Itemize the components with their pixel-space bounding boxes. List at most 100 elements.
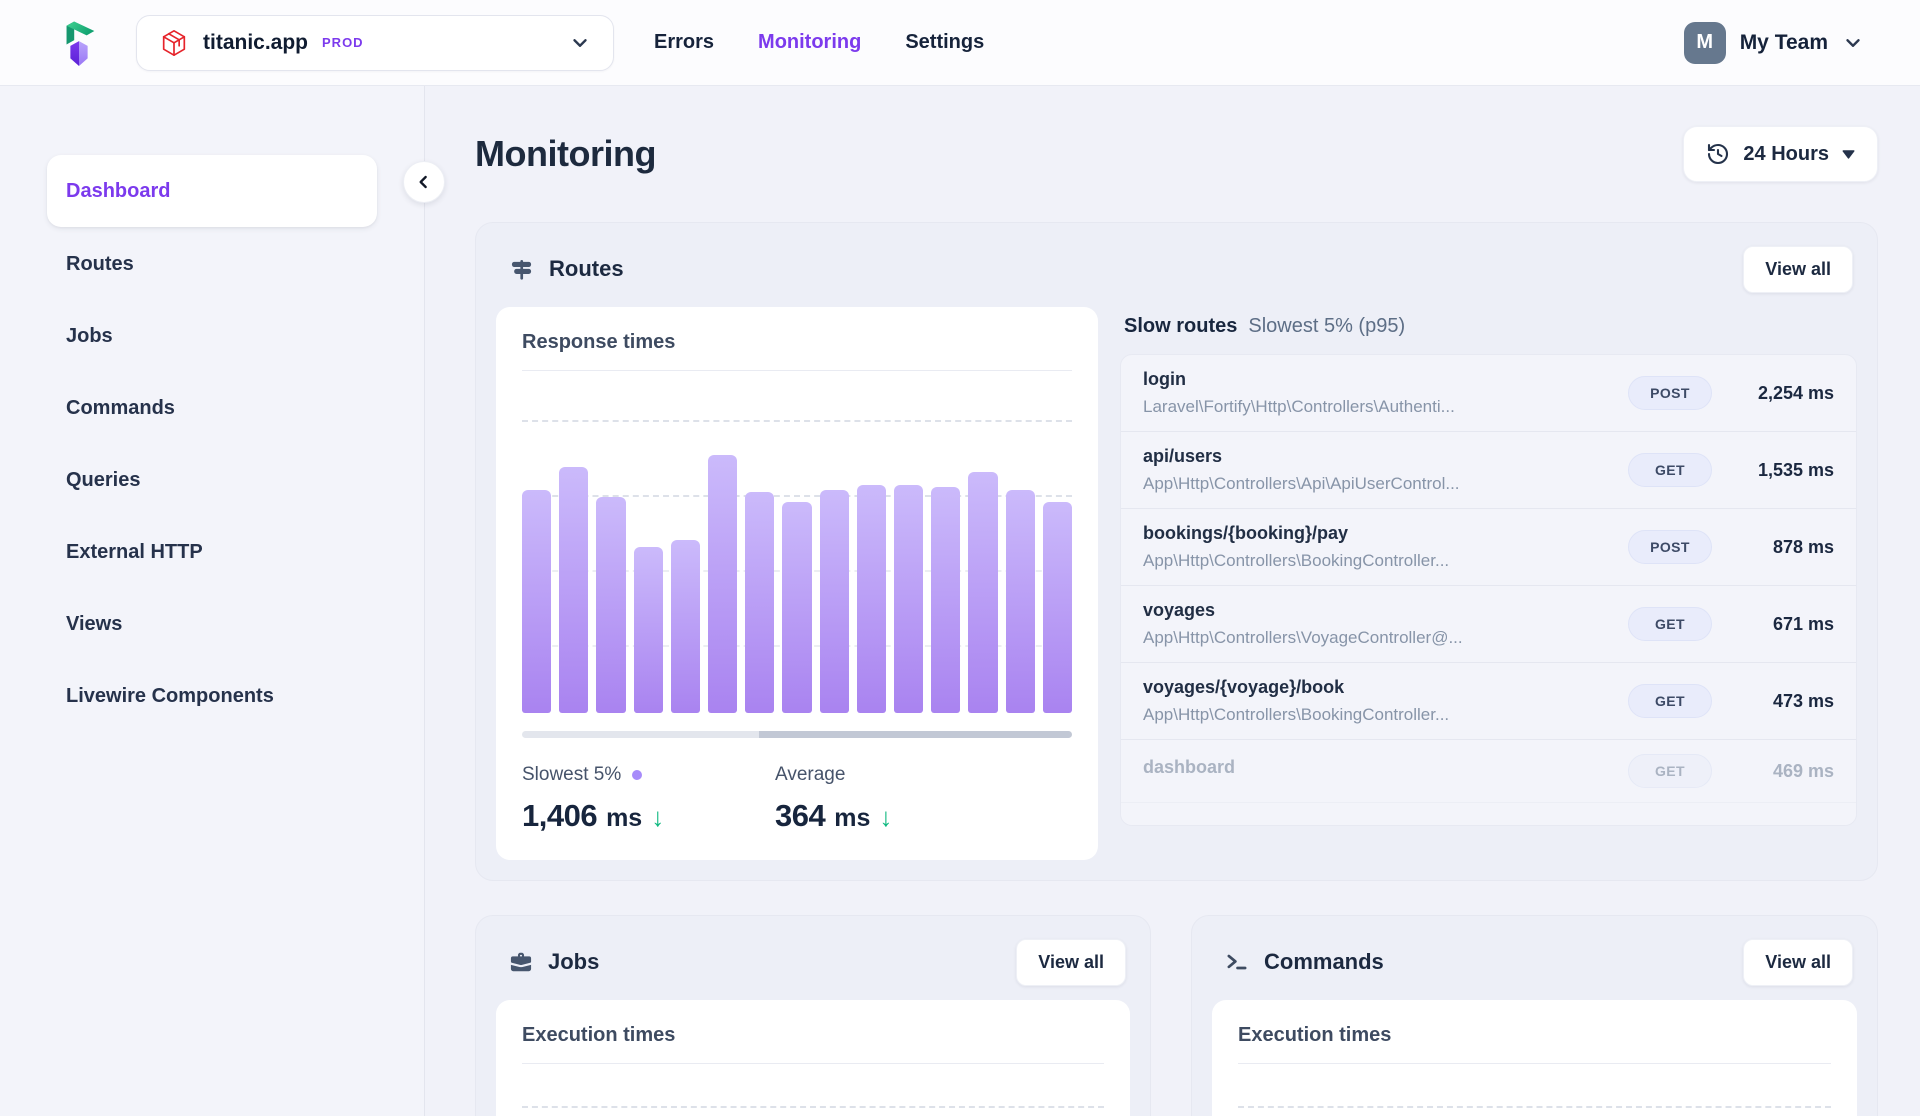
commands-view-all-button[interactable]: View all: [1743, 939, 1853, 986]
slow-routes-subtitle: Slowest 5% (p95): [1248, 315, 1405, 338]
gridline: [522, 1106, 1104, 1108]
route-handler: App\Http\Controllers\VoyageController@..…: [1143, 628, 1610, 648]
route-name: login: [1143, 369, 1610, 390]
http-method-badge: GET: [1628, 453, 1712, 487]
sidebar-item-label: Routes: [66, 253, 134, 276]
route-name: dashboard: [1143, 757, 1610, 778]
route-name: api/users: [1143, 446, 1610, 467]
briefcase-icon: [508, 949, 534, 975]
slow-route-row[interactable]: login Laravel\Fortify\Http\Controllers\A…: [1121, 355, 1856, 432]
response-time-bar[interactable]: [522, 490, 551, 713]
http-method-badge: GET: [1628, 684, 1712, 718]
slow-route-row[interactable]: dashboard GET 469 ms: [1121, 740, 1856, 803]
signpost-icon: [508, 256, 535, 283]
app-selector-dropdown[interactable]: titanic.app PROD: [136, 15, 614, 71]
chevron-down-icon: [1842, 32, 1864, 54]
http-method-badge: GET: [1628, 607, 1712, 641]
chevron-down-icon: [569, 32, 591, 54]
route-duration: 469 ms: [1712, 761, 1834, 782]
time-range-label: 24 Hours: [1743, 143, 1829, 166]
sidebar-item[interactable]: Jobs: [47, 300, 377, 372]
response-time-bar[interactable]: [745, 492, 774, 713]
commands-execution-times-card: Execution times: [1212, 1000, 1857, 1116]
time-range-button[interactable]: 24 Hours: [1683, 126, 1878, 182]
slow-route-row[interactable]: voyages/{voyage}/book App\Http\Controlle…: [1121, 663, 1856, 740]
route-duration: 1,535 ms: [1712, 460, 1834, 481]
response-time-bar[interactable]: [782, 502, 811, 713]
jobs-panel: Jobs View all Execution times: [475, 915, 1151, 1116]
sidebar-item[interactable]: Routes: [47, 228, 377, 300]
team-menu[interactable]: M My Team: [1684, 22, 1864, 64]
sidebar-item[interactable]: Queries: [47, 444, 377, 516]
response-time-bar[interactable]: [857, 485, 886, 713]
series-dot-icon: [632, 770, 642, 780]
main-content: Monitoring 24 Hours Routes V: [425, 86, 1920, 1116]
route-handler: App\Http\Controllers\BookingController..…: [1143, 705, 1610, 725]
laravel-icon: [159, 28, 189, 58]
response-time-bar[interactable]: [931, 487, 960, 713]
slow-route-row[interactable]: voyages App\Http\Controllers\VoyageContr…: [1121, 586, 1856, 663]
response-time-bar[interactable]: [559, 467, 588, 713]
sidebar-item[interactable]: External HTTP: [47, 516, 377, 588]
sidebar-item-label: Queries: [66, 469, 140, 492]
jobs-execution-times-title: Execution times: [522, 1024, 1104, 1047]
nav-link[interactable]: Monitoring: [758, 31, 861, 54]
response-time-bar[interactable]: [671, 540, 700, 713]
response-times-card: Response times: [496, 307, 1098, 860]
nightwatch-logo-icon: [56, 16, 102, 70]
route-duration: 671 ms: [1712, 614, 1834, 635]
route-duration: 473 ms: [1712, 691, 1834, 712]
response-time-bar[interactable]: [708, 455, 737, 713]
response-time-bar[interactable]: [894, 485, 923, 713]
sidebar-item[interactable]: Dashboard: [47, 155, 377, 227]
route-handler: App\Http\Controllers\Api\ApiUserControl.…: [1143, 474, 1610, 494]
response-times-title: Response times: [522, 331, 1072, 354]
history-icon: [1706, 142, 1730, 166]
response-time-bar[interactable]: [634, 547, 663, 713]
route-name: voyages: [1143, 600, 1610, 621]
response-times-bars: [522, 383, 1072, 713]
response-times-chart: [522, 383, 1072, 713]
team-avatar: M: [1684, 22, 1726, 64]
route-duration: 878 ms: [1712, 537, 1834, 558]
trend-down-icon: ↓: [651, 802, 664, 833]
stat-slowest-value: 1,406: [522, 798, 597, 834]
response-time-bar[interactable]: [596, 497, 625, 713]
sidebar-collapse-button[interactable]: [403, 161, 445, 203]
commands-panel-title: Commands: [1264, 949, 1384, 975]
jobs-view-all-button[interactable]: View all: [1016, 939, 1126, 986]
sidebar-item[interactable]: Livewire Components: [47, 660, 377, 732]
slow-route-row[interactable]: api/users App\Http\Controllers\Api\ApiUs…: [1121, 432, 1856, 509]
nav-link[interactable]: Settings: [905, 31, 984, 54]
sidebar-item-label: Commands: [66, 397, 175, 420]
response-time-bar[interactable]: [1006, 490, 1035, 713]
app-name: titanic.app: [203, 31, 308, 55]
team-name: My Team: [1740, 31, 1828, 55]
stat-slowest: Slowest 5% 1,406 ms ↓: [522, 764, 775, 834]
response-time-bar[interactable]: [968, 472, 997, 713]
stat-slowest-unit: ms: [606, 804, 642, 833]
divider: [522, 1063, 1104, 1064]
sidebar-item[interactable]: Commands: [47, 372, 377, 444]
sidebar-item-label: Livewire Components: [66, 685, 274, 708]
divider: [522, 370, 1072, 371]
caret-down-icon: [1842, 150, 1855, 159]
route-duration: 2,254 ms: [1712, 383, 1834, 404]
terminal-icon: [1224, 949, 1250, 975]
http-method-badge: POST: [1628, 376, 1712, 410]
response-time-bar[interactable]: [820, 490, 849, 713]
trend-down-icon: ↓: [879, 802, 892, 833]
routes-view-all-button[interactable]: View all: [1743, 246, 1853, 293]
main-nav: Errors Monitoring Settings: [654, 31, 984, 54]
commands-execution-times-title: Execution times: [1238, 1024, 1831, 1047]
sidebar-item-label: External HTTP: [66, 541, 203, 564]
chart-scrollbar[interactable]: [522, 731, 1072, 738]
nav-link[interactable]: Errors: [654, 31, 714, 54]
chart-scrollbar-track: [522, 731, 759, 738]
slow-route-row[interactable]: bookings/{booking}/pay App\Http\Controll…: [1121, 509, 1856, 586]
http-method-badge: POST: [1628, 530, 1712, 564]
response-time-bar[interactable]: [1043, 502, 1072, 713]
jobs-panel-title: Jobs: [548, 949, 599, 975]
sidebar-item[interactable]: Views: [47, 588, 377, 660]
page-title: Monitoring: [475, 133, 656, 175]
